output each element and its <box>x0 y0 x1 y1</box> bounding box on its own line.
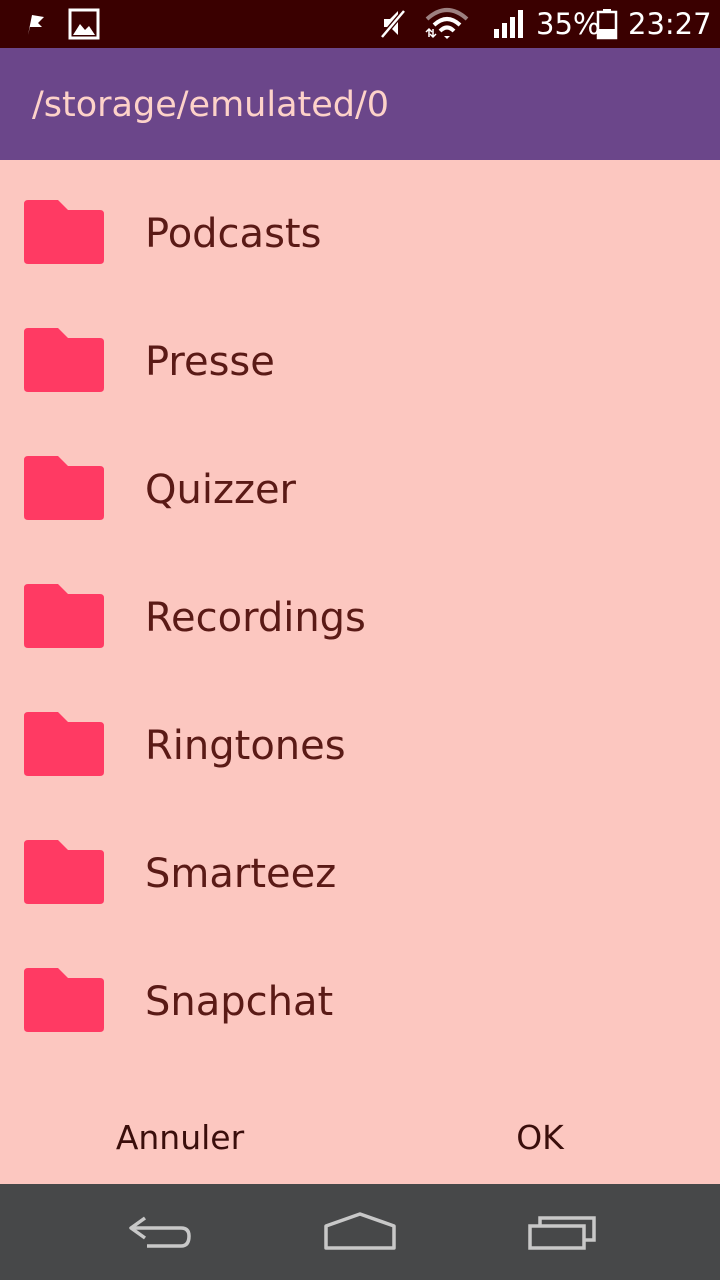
folder-label: Podcasts <box>145 211 322 257</box>
folder-icon <box>24 584 104 648</box>
folder-item-recordings[interactable]: Recordings <box>0 554 720 682</box>
cancel-button[interactable]: Annuler <box>60 1100 300 1176</box>
folder-item-snapchat[interactable]: Snapchat <box>0 938 720 1066</box>
folder-list: Podcasts Presse Quizzer Recordings Ringt… <box>0 170 720 1066</box>
folder-item-smarteez[interactable]: Smarteez <box>0 810 720 938</box>
ok-button[interactable]: OK <box>420 1100 660 1176</box>
folder-icon <box>24 840 104 904</box>
screen: 35% 23:27 /storage/emulated/0 Podcasts P… <box>0 0 720 1280</box>
folder-label: Ringtones <box>145 723 346 769</box>
folder-icon <box>24 968 104 1032</box>
current-path-title: /storage/emulated/0 <box>32 85 390 125</box>
folder-label: Quizzer <box>145 467 296 513</box>
battery-percent: 35% <box>536 7 601 41</box>
signal-icon <box>492 0 524 48</box>
folder-item-quizzer[interactable]: Quizzer <box>0 426 720 554</box>
folder-icon <box>24 328 104 392</box>
folder-label: Snapchat <box>145 979 334 1025</box>
home-icon[interactable] <box>310 1200 410 1264</box>
battery-icon <box>596 0 618 48</box>
navigation-bar <box>0 1184 720 1280</box>
title-bar: /storage/emulated/0 <box>0 48 720 160</box>
folder-item-podcasts[interactable]: Podcasts <box>0 170 720 298</box>
folder-label: Smarteez <box>145 851 337 897</box>
flag-icon <box>22 0 48 48</box>
clock: 23:27 <box>628 7 712 41</box>
status-bar: 35% 23:27 <box>0 0 720 48</box>
wifi-icon <box>424 0 470 48</box>
folder-icon <box>24 456 104 520</box>
image-icon <box>68 0 100 48</box>
folder-icon <box>24 200 104 264</box>
mute-icon <box>378 0 408 48</box>
folder-item-ringtones[interactable]: Ringtones <box>0 682 720 810</box>
folder-label: Presse <box>145 339 275 385</box>
folder-item-presse[interactable]: Presse <box>0 298 720 426</box>
folder-icon <box>24 712 104 776</box>
folder-label: Recordings <box>145 595 366 641</box>
recents-icon[interactable] <box>512 1200 612 1264</box>
back-icon[interactable] <box>110 1200 210 1264</box>
